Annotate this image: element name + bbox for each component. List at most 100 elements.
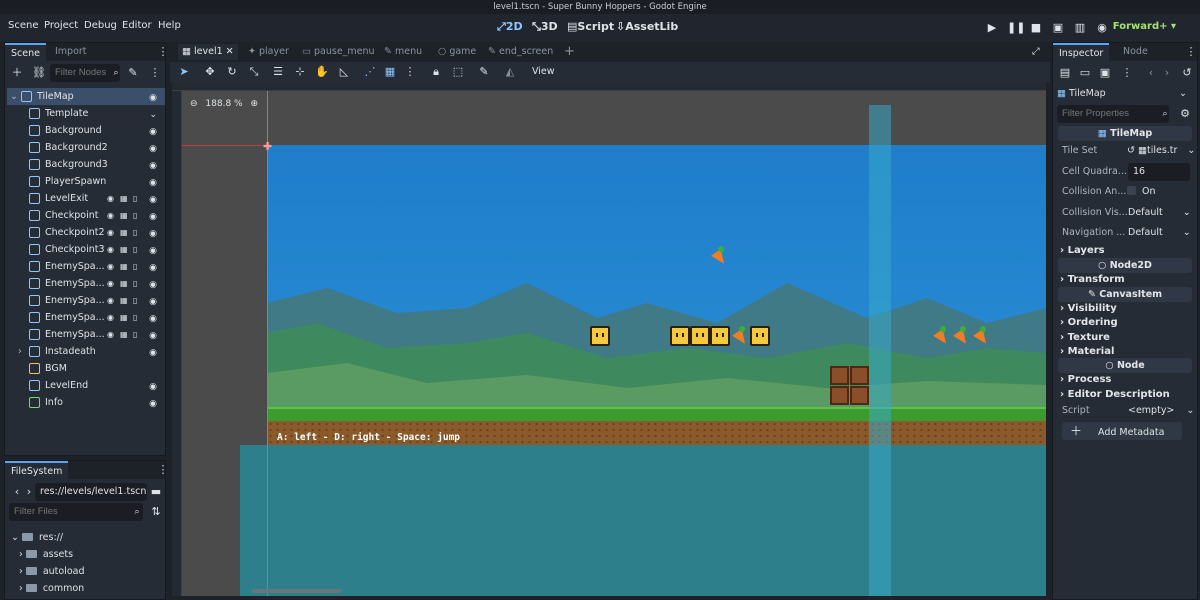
snap-options-icon[interactable]: ⋮ [402, 64, 418, 80]
skeleton-icon[interactable]: ✎ [476, 64, 492, 80]
menu-debug[interactable]: Debug [84, 20, 117, 31]
signal-icon[interactable]: ◉ [107, 207, 114, 224]
group-icon[interactable]: ⬚ [450, 64, 466, 80]
prop-tile-set-value[interactable]: ↺ ▦tiles.tr ⌄ [1127, 145, 1195, 156]
group-icon[interactable]: ▦ [120, 326, 128, 343]
layout-toggle-icon[interactable]: ▬ [148, 484, 164, 500]
history-icon[interactable]: ↺ [1179, 65, 1195, 81]
group-icon[interactable]: ▦ [120, 292, 128, 309]
link-icon[interactable]: ⛓ [31, 65, 47, 81]
zoom-in-icon[interactable]: ⊕ [250, 99, 258, 109]
scene-menu-icon[interactable]: ⋮ [147, 65, 163, 81]
horizontal-scrollbar[interactable] [252, 589, 342, 593]
more-icon[interactable]: ⋮ [155, 44, 171, 60]
scene-tree-item[interactable]: Checkpoint ◉ ▦ ▯ ◉ [7, 207, 165, 224]
crate-tile[interactable] [850, 366, 869, 385]
stop-icon[interactable]: ■ [1029, 21, 1043, 35]
tab-filesystem[interactable]: FileSystem [5, 461, 69, 479]
script-icon[interactable]: ▯ [133, 224, 137, 241]
scene-tree-item[interactable]: EnemySpa... ◉ ▦ ▯ ◉ [7, 292, 165, 309]
crate-tile[interactable] [830, 366, 849, 385]
navigation-visibility-select[interactable]: Default ⌄ [1128, 227, 1191, 238]
new-resource-icon[interactable]: ▤ [1057, 65, 1073, 81]
tab-level1[interactable]: ▦ level1 ✕ [178, 44, 238, 60]
scene-tree-item[interactable]: Background ◉ [7, 122, 165, 139]
zoom-level[interactable]: 188.8 % [205, 99, 242, 109]
play-icon[interactable]: ▶ [985, 21, 999, 35]
visibility-eye-icon[interactable]: ◉ [149, 396, 157, 413]
workspace-3d-button[interactable]: ⤡3D [532, 20, 558, 34]
filter-files-input[interactable] [9, 503, 143, 521]
group-transform[interactable]: › Transform [1060, 274, 1125, 285]
signal-icon[interactable]: ◉ [107, 241, 114, 258]
lock-icon[interactable]: 🔒︎ [428, 64, 444, 80]
scene-tree-item[interactable]: LevelExit ◉ ▦ ▯ ◉ [7, 190, 165, 207]
grid-snap-icon[interactable]: ▦ [382, 64, 398, 80]
carrot-icon[interactable] [732, 324, 750, 348]
pause-icon[interactable]: ❚❚ [1007, 21, 1025, 35]
scene-tree-item[interactable]: BGM [7, 360, 165, 377]
select-tool-icon[interactable]: ➤ [176, 64, 192, 80]
chevron-down-icon[interactable]: ⌄ [10, 88, 18, 105]
fs-folder-assets[interactable]: › assets [19, 546, 73, 563]
group-ordering[interactable]: › Ordering [1060, 317, 1118, 328]
group-icon[interactable]: ▦ [120, 241, 128, 258]
group-icon[interactable]: ▦ [120, 258, 128, 275]
scene-tree-item[interactable]: Checkpoint3 ◉ ▦ ▯ ◉ [7, 241, 165, 258]
group-editor-description[interactable]: › Editor Description [1060, 389, 1170, 400]
ruler-tool-icon[interactable]: ◺ [336, 64, 352, 80]
carrot-icon[interactable] [711, 244, 729, 268]
add-tab-icon[interactable]: + [564, 44, 575, 60]
fs-folder-autoload[interactable]: › autoload [19, 563, 85, 580]
play-custom-scene-icon[interactable]: ▥ [1073, 21, 1087, 35]
tab-scene[interactable]: Scene [5, 43, 46, 61]
script-icon[interactable]: ▯ [133, 258, 137, 275]
tab-player[interactable]: ✦ player [248, 44, 289, 60]
workspace-assetlib-button[interactable]: ⇩AssetLib [616, 20, 678, 33]
fs-root[interactable]: ⌄ res:// [11, 529, 63, 546]
sort-icon[interactable]: ⇅ [148, 504, 164, 520]
signal-icon[interactable]: ◉ [107, 292, 114, 309]
open-folder-icon[interactable]: ▭ [1077, 65, 1093, 81]
script-icon[interactable]: ▯ [133, 275, 137, 292]
view-menu-button[interactable]: View [532, 66, 555, 77]
renderer-select[interactable]: Forward+ ▾ [1113, 21, 1176, 32]
fs-folder-common[interactable]: › common [19, 580, 84, 597]
carrot-icon[interactable] [953, 324, 971, 348]
filter-properties-input[interactable] [1057, 105, 1169, 123]
group-process[interactable]: › Process [1060, 374, 1111, 385]
zoom-out-icon[interactable]: ⊖ [190, 99, 198, 109]
scene-tree-item[interactable]: ⌄ TileMap ◉ [7, 88, 165, 105]
script-icon[interactable]: ▯ [133, 309, 137, 326]
tools-icon[interactable]: ⚙ [1177, 106, 1193, 122]
collision-animatable-checkbox[interactable]: On [1127, 186, 1156, 197]
back-arrow-icon[interactable]: ‹ [1143, 65, 1159, 81]
scene-tree-item[interactable]: Background2 ◉ [7, 139, 165, 156]
signal-icon[interactable]: ◉ [107, 326, 114, 343]
group-icon[interactable]: ▦ [120, 207, 128, 224]
group-visibility[interactable]: › Visibility [1060, 303, 1117, 314]
chevron-right-icon[interactable]: › [18, 343, 22, 360]
signal-icon[interactable]: ◉ [107, 190, 114, 207]
scene-tree-item[interactable]: Background3 ◉ [7, 156, 165, 173]
scene-tree-item[interactable]: EnemySpa... ◉ ▦ ▯ ◉ [7, 326, 165, 343]
more-icon[interactable]: ⋮ [1183, 44, 1199, 60]
menu-editor[interactable]: Editor [122, 20, 152, 31]
scene-tree-item[interactable]: Template ⌄ [7, 105, 165, 122]
menu-project[interactable]: Project [44, 20, 78, 31]
group-texture[interactable]: › Texture [1060, 332, 1110, 343]
signal-icon[interactable]: ◉ [107, 258, 114, 275]
tab-import[interactable]: Import [49, 43, 93, 61]
menu-scene[interactable]: Scene [8, 20, 39, 31]
smart-snap-icon[interactable]: ⋰ [362, 64, 378, 80]
scene-tree-item[interactable]: EnemySpa... ◉ ▦ ▯ ◉ [7, 309, 165, 326]
distraction-free-icon[interactable]: ⤢ [1032, 44, 1040, 60]
add-metadata-button[interactable]: ＋ Add Metadata [1062, 422, 1182, 440]
scene-tree-item[interactable]: LevelEnd ◉ [7, 377, 165, 394]
script-icon[interactable]: ▯ [133, 241, 137, 258]
scene-tree-item[interactable]: EnemySpa... ◉ ▦ ▯ ◉ [7, 258, 165, 275]
script-icon[interactable]: ▯ [133, 326, 137, 343]
group-icon[interactable]: ▦ [120, 190, 128, 207]
save-icon[interactable]: ▣ [1097, 65, 1113, 81]
signal-icon[interactable]: ◉ [107, 224, 114, 241]
